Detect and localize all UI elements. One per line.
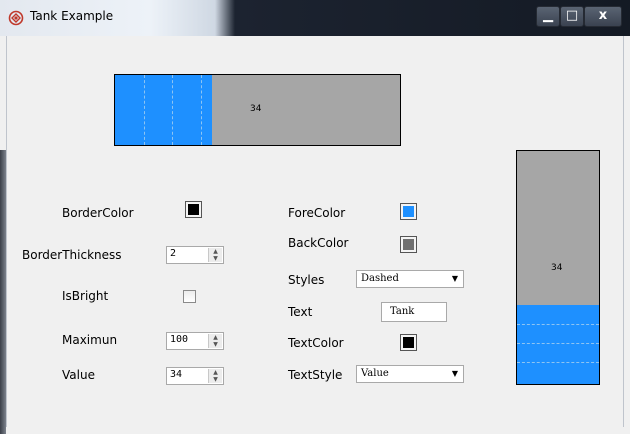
value-stepper[interactable]: 34 ▲ ▼ — [166, 367, 224, 385]
tank-dash-line — [517, 342, 599, 344]
tank-dash-line — [172, 75, 173, 145]
text-color-swatch — [403, 337, 414, 348]
back-color-label: BackColor — [288, 236, 349, 250]
text-label: Text — [288, 305, 313, 319]
is-bright-label: IsBright — [62, 289, 109, 303]
tank-horizontal: 34 — [114, 74, 401, 146]
tank-vertical-value: 34 — [551, 263, 563, 273]
maximum-label: Maximun — [62, 333, 118, 347]
border-thickness-value: 2 — [170, 248, 177, 259]
styles-dropdown[interactable]: Dashed ▼ — [356, 270, 464, 288]
text-style-label: TextStyle — [288, 368, 343, 382]
tank-vertical: 34 — [516, 150, 600, 385]
stepper-down-icon[interactable]: ▼ — [209, 255, 222, 262]
tank-dash-line — [517, 323, 599, 325]
close-button[interactable]: x — [584, 6, 622, 27]
text-color-picker[interactable] — [400, 334, 417, 351]
window-shadow — [0, 150, 6, 434]
stepper-arrows: ▲ ▼ — [208, 248, 222, 262]
stepper-down-icon[interactable]: ▼ — [209, 376, 222, 383]
border-thickness-stepper[interactable]: 2 ▲ ▼ — [166, 246, 224, 264]
fore-color-label: ForeColor — [288, 206, 346, 220]
stepper-arrows: ▲ ▼ — [208, 369, 222, 383]
is-bright-checkbox[interactable] — [183, 290, 196, 303]
title-bar[interactable]: Tank Example ▁ □ x — [0, 0, 630, 36]
app-window: Tank Example ▁ □ x 34 34 BorderColor Bor… — [0, 0, 630, 434]
border-color-picker[interactable] — [185, 201, 202, 218]
text-style-selected: Value — [361, 368, 389, 379]
back-color-swatch — [403, 239, 414, 250]
tank-vertical-fill — [517, 304, 599, 384]
stepper-up-icon[interactable]: ▲ — [209, 369, 222, 376]
tank-dash-line — [144, 75, 145, 145]
stepper-up-icon[interactable]: ▲ — [209, 248, 222, 255]
text-input[interactable]: Tank — [381, 302, 447, 322]
back-color-picker[interactable] — [400, 236, 417, 253]
border-thickness-label: BorderThickness — [22, 248, 122, 262]
text-style-dropdown[interactable]: Value ▼ — [356, 365, 464, 383]
tank-horizontal-fill — [115, 75, 212, 145]
border-color-label: BorderColor — [62, 206, 134, 220]
chevron-down-icon: ▼ — [451, 369, 458, 378]
close-icon: x — [598, 8, 608, 23]
styles-label: Styles — [288, 273, 325, 287]
stepper-up-icon[interactable]: ▲ — [209, 334, 222, 341]
fore-color-picker[interactable] — [400, 203, 417, 220]
minimize-icon: ▁ — [543, 8, 553, 23]
stepper-arrows: ▲ ▼ — [208, 334, 222, 348]
maximize-button[interactable]: □ — [560, 6, 584, 27]
stepper-down-icon[interactable]: ▼ — [209, 341, 222, 348]
tank-dash-line — [201, 75, 202, 145]
text-color-label: TextColor — [288, 336, 344, 350]
border-color-swatch — [188, 204, 199, 215]
value-value: 34 — [170, 369, 183, 380]
value-label: Value — [62, 368, 95, 382]
tank-dash-line — [517, 361, 599, 363]
text-input-value: Tank — [390, 306, 415, 317]
maximum-value: 100 — [170, 334, 189, 345]
window-title: Tank Example — [30, 9, 114, 23]
chevron-down-icon: ▼ — [451, 274, 458, 283]
maximize-icon: □ — [565, 8, 579, 23]
tank-horizontal-value: 34 — [250, 104, 262, 114]
styles-selected: Dashed — [361, 273, 399, 284]
caption-buttons: ▁ □ x — [536, 6, 622, 27]
app-logo-icon — [8, 10, 24, 26]
fore-color-swatch — [403, 206, 414, 217]
maximum-stepper[interactable]: 100 ▲ ▼ — [166, 332, 224, 350]
minimize-button[interactable]: ▁ — [536, 6, 560, 27]
